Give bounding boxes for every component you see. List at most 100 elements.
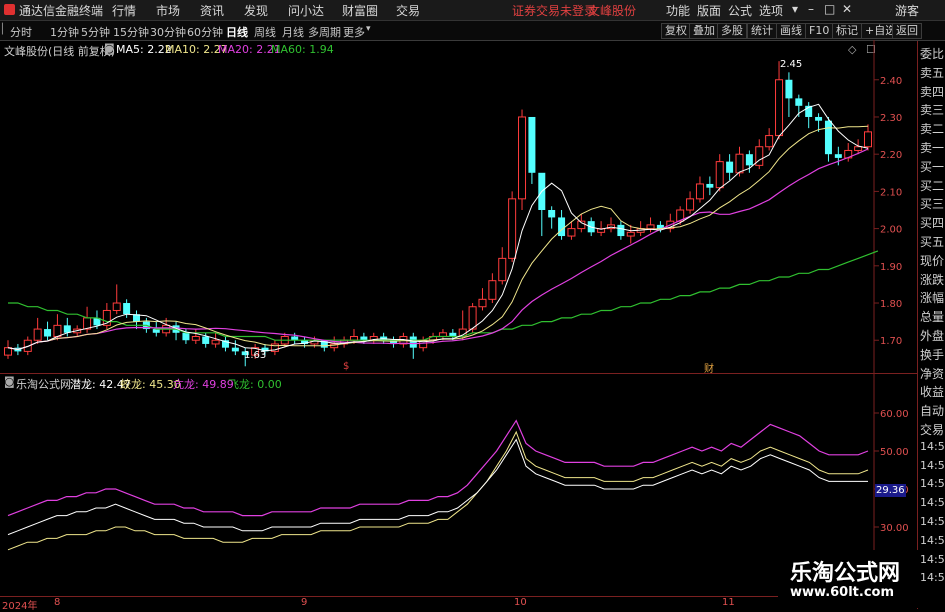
right-panel-item: 14:56	[920, 439, 945, 453]
guest-label[interactable]: 游客	[895, 2, 919, 19]
indicator-axis-label: 50.00	[880, 447, 909, 458]
menu-item-function[interactable]: 功能	[666, 2, 690, 19]
menu-item-ask[interactable]: 问小达	[288, 2, 324, 19]
period-tab-30min[interactable]: 30分钟	[150, 24, 186, 40]
menu-item-options[interactable]: 选项	[759, 2, 783, 19]
more-dropdown-icon[interactable]: ▾	[366, 24, 371, 34]
ma60-line	[8, 250, 879, 341]
candle-body	[468, 306, 477, 330]
price-axis-label: 1.80	[880, 299, 902, 310]
trade-login-notice[interactable]: 证券交易未登录	[512, 2, 596, 19]
right-panel-item: 收益	[920, 385, 945, 400]
right-panel-item: 卖五	[920, 65, 945, 80]
date-label-aug: 8	[54, 597, 61, 608]
watermark-url: www.60lt.com	[790, 585, 895, 600]
price-axis-label: 2.40	[880, 76, 902, 87]
price-axis-label: 2.10	[880, 187, 902, 198]
price-axis-label: 1.90	[880, 262, 902, 273]
candle-body	[44, 329, 52, 337]
menu-item-trade[interactable]: 交易	[396, 2, 420, 19]
right-panel-item: 净资	[920, 366, 945, 381]
app-logo-icon	[4, 4, 15, 15]
right-panel-item: 总量	[920, 310, 945, 325]
right-panel-item: 买四	[920, 216, 945, 231]
candle-body	[815, 116, 823, 121]
menu-item-wealth[interactable]: 财富圈	[342, 2, 378, 19]
menu-item-discover[interactable]: 发现	[244, 2, 268, 19]
right-panel-item: 外盘	[920, 329, 945, 343]
candle-body	[478, 298, 487, 308]
high-price-label: 2.45	[780, 59, 803, 70]
period-tab-intraday[interactable]: 分时	[10, 24, 32, 40]
price-axis-label: 1.70	[880, 336, 902, 347]
right-panel-item: 14:56	[920, 496, 945, 510]
menu-item-quotes[interactable]: 行情	[112, 2, 136, 19]
candle-body	[182, 332, 190, 341]
right-panel-item: 14:56	[920, 552, 945, 566]
candle-body	[518, 116, 527, 200]
f10-button[interactable]: F10	[805, 23, 834, 39]
candle-body	[191, 336, 200, 341]
menu-item-news[interactable]: 资讯	[200, 2, 224, 19]
menu-item-formula[interactable]: 公式	[728, 2, 752, 19]
candle-body	[211, 339, 220, 345]
period-tab-daily[interactable]: 日线	[226, 24, 248, 40]
candle-body	[745, 154, 753, 166]
candle-body	[498, 257, 507, 282]
date-label-nov: 11	[722, 597, 735, 608]
candle-body	[775, 79, 784, 137]
right-panel-item: 卖一	[920, 141, 945, 155]
candle-body	[567, 228, 576, 237]
indicator-current-value: 29.36	[875, 484, 906, 497]
period-tab-60min[interactable]: 60分钟	[187, 24, 223, 40]
candle-body	[695, 183, 704, 200]
right-panel-item: 涨幅	[920, 291, 945, 306]
overlay-button[interactable]: 叠加	[689, 23, 719, 39]
candle-body	[488, 280, 497, 300]
mark-button[interactable]: 标记	[832, 23, 862, 39]
candle-body	[123, 303, 131, 315]
right-panel-item: 现价	[920, 253, 945, 268]
candle-body	[854, 146, 863, 151]
dividend-marker[interactable]: $	[343, 361, 349, 372]
restore-rights-button[interactable]: 复权	[661, 23, 691, 39]
indicator-axis-label: 30.00	[880, 523, 909, 534]
watermark-title: 乐淘公式网	[790, 561, 901, 586]
draw-line-button[interactable]: 画线	[776, 23, 806, 39]
dropdown-icon[interactable]: ▾	[792, 2, 798, 16]
candle-body	[785, 79, 793, 99]
period-tab-5min[interactable]: 5分钟	[81, 24, 110, 40]
qianlong-line	[7, 438, 868, 536]
right-panel-item: 14:56	[920, 515, 945, 528]
candle-body	[112, 302, 121, 311]
candle-body	[33, 328, 42, 341]
right-panel-item: 涨跌	[920, 272, 945, 287]
current-stock-name: 文峰股份	[588, 4, 637, 18]
right-panel-item: 卖四	[920, 84, 945, 99]
period-tab-multi[interactable]: 多周期	[308, 24, 341, 40]
period-tab-15min[interactable]: 15分钟	[113, 24, 149, 40]
menu-item-market[interactable]: 市场	[156, 2, 180, 19]
period-tab-weekly[interactable]: 周线	[254, 24, 276, 40]
toolbar-collapse-icon[interactable]: ▏	[2, 24, 10, 35]
candlestick-chart[interactable]: 2.40 2.30 2.20 2.10 2.00 1.90 1.80 1.70	[0, 40, 917, 376]
candle-body	[548, 210, 556, 218]
period-tab-monthly[interactable]: 月线	[282, 24, 304, 40]
right-panel-item: 14:56	[920, 533, 945, 547]
multi-stock-button[interactable]: 多股	[717, 23, 747, 39]
period-tab-1min[interactable]: 1分钟	[50, 24, 79, 40]
price-axis-label: 2.00	[880, 225, 902, 236]
right-panel-item: 买五	[920, 235, 945, 249]
jiaolong-line	[7, 430, 869, 551]
statistics-button[interactable]: 统计	[747, 23, 777, 39]
right-panel-item: 委比	[920, 47, 945, 61]
close-icon[interactable]: ✕	[842, 2, 852, 16]
kanglong-line	[7, 419, 869, 517]
period-tab-more[interactable]: 更多	[343, 24, 365, 40]
minimize-icon[interactable]: –	[808, 2, 814, 16]
candle-body	[528, 116, 536, 173]
back-button[interactable]: 返回	[892, 23, 922, 39]
maximize-icon[interactable]: □	[824, 2, 835, 16]
menu-item-layout[interactable]: 版面	[697, 2, 721, 19]
candle-body	[409, 336, 417, 348]
